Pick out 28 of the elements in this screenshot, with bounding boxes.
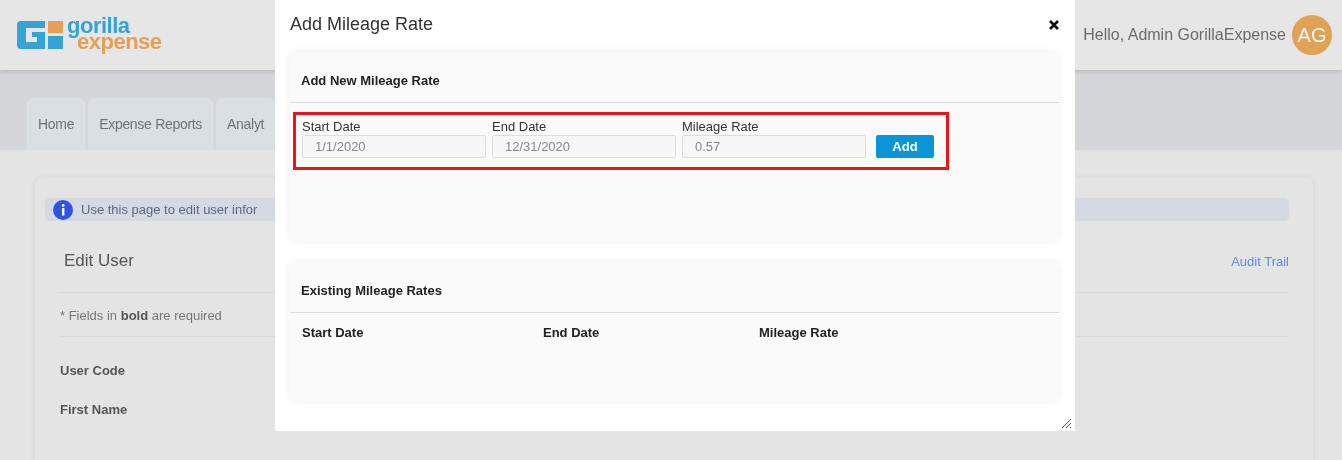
field-label: End Date (492, 119, 548, 134)
add-button[interactable]: Add (876, 135, 934, 158)
column-header: End Date (543, 325, 601, 340)
user-avatar[interactable]: AG (1292, 15, 1332, 55)
field-label: First Name (60, 402, 129, 417)
close-icon[interactable] (1049, 19, 1059, 30)
section-title: Existing Mileage Rates (290, 262, 1059, 313)
field-label: User Code (60, 363, 127, 378)
field-label: Start Date (302, 119, 362, 134)
nav-tab[interactable]: Analyt (216, 98, 276, 150)
input-field[interactable]: 0.57 (682, 135, 866, 158)
nav-tab[interactable]: Expense Reports (88, 98, 214, 150)
input-field[interactable]: 12/31/2020 (492, 135, 676, 158)
logo-mark-icon (15, 21, 63, 49)
input-field[interactable]: 1/1/2020 (302, 135, 486, 158)
modal-title: Add Mileage Rate (290, 14, 434, 35)
column-header: Start Date (302, 325, 365, 340)
required-note: * Fields in bold are required (60, 308, 222, 323)
audit-trail-link[interactable]: Audit Trail (1231, 253, 1289, 269)
info-text: Use this page to edit user infor (81, 202, 258, 217)
nav-tab[interactable]: Home (27, 98, 86, 150)
info-icon (53, 199, 73, 220)
greeting-text: Hello, Admin GorillaExpense (1083, 26, 1286, 44)
section-title: Add New Mileage Rate (290, 52, 1059, 103)
resize-handle-icon[interactable] (1061, 418, 1071, 428)
page-title: Edit User (64, 251, 134, 271)
column-header: Mileage Rate (759, 325, 840, 340)
field-label: Mileage Rate (682, 119, 760, 134)
